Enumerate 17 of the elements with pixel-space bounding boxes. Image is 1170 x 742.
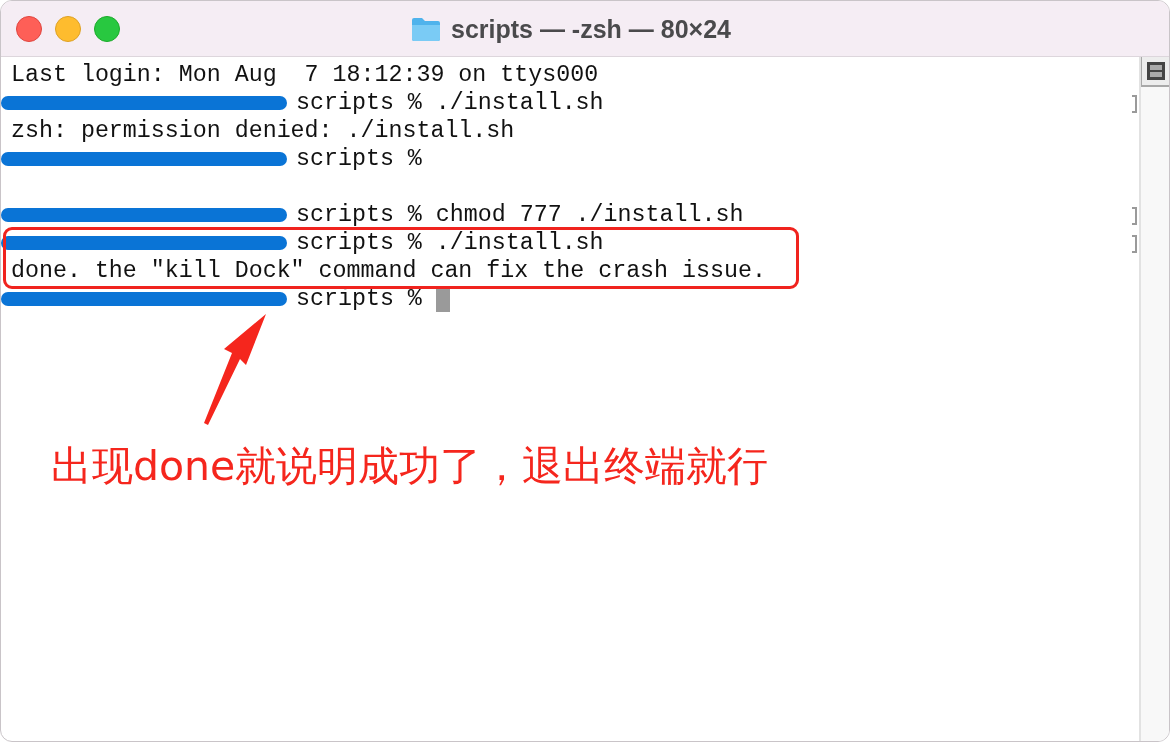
split-pane-icon xyxy=(1146,62,1165,80)
zoom-button[interactable] xyxy=(94,15,120,42)
output-line: done. the "kill Dock" command can fix the crash issue. xyxy=(11,258,766,284)
scrollbar[interactable] xyxy=(1139,57,1169,741)
prompt-line: scripts % ./install.sh xyxy=(296,90,604,116)
prompt-line: scripts % chmod 777 ./install.sh xyxy=(296,202,744,228)
output-line: zsh: permission denied: ./install.sh xyxy=(11,118,515,144)
prompt-line: scripts % ./install.sh xyxy=(296,230,604,256)
output-line: Last login: Mon Aug 7 18:12:39 on ttys000 xyxy=(11,62,599,88)
split-pane-button[interactable] xyxy=(1141,57,1169,87)
close-button[interactable] xyxy=(16,15,42,42)
minimize-button[interactable] xyxy=(55,15,81,42)
prompt-line: scripts % xyxy=(296,286,422,312)
annotation-text: 出现done就说明成功了，退出终端就行 xyxy=(51,441,769,492)
folder-icon xyxy=(411,16,441,42)
window-title: scripts — -zsh — 80×24 xyxy=(451,14,731,44)
prompt-line: scripts % xyxy=(296,146,422,172)
